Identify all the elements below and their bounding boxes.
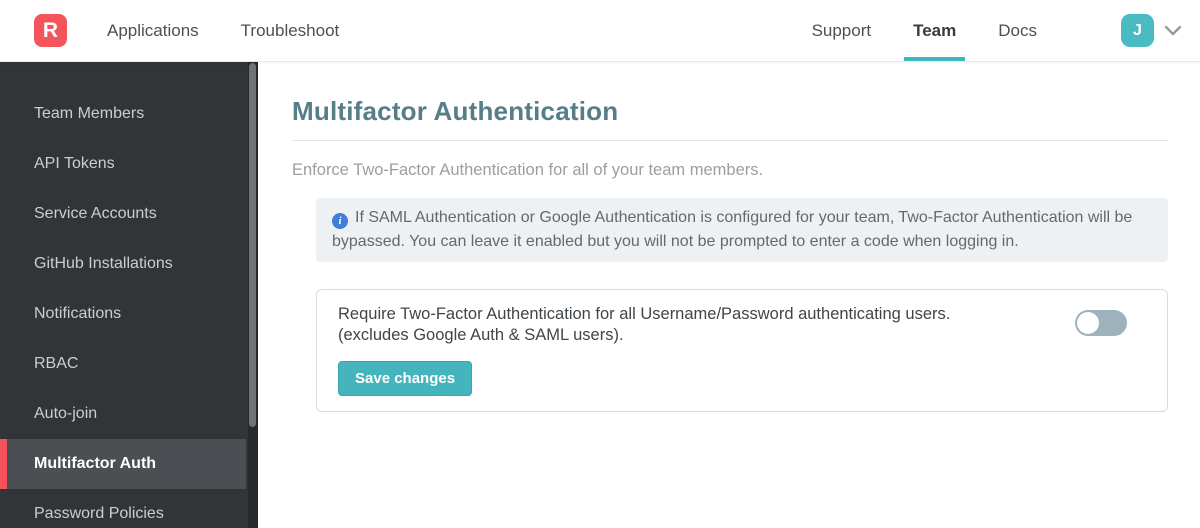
sidebar: Team Members API Tokens Service Accounts… (0, 62, 258, 528)
sidebar-item-multifactor-auth[interactable]: Multifactor Auth (0, 439, 246, 489)
info-banner-text: If SAML Authentication or Google Authent… (332, 209, 1133, 250)
page-title: Multifactor Authentication (292, 96, 619, 126)
mfa-setting-label: Require Two-Factor Authentication for al… (338, 304, 1051, 346)
user-menu: J (1121, 14, 1186, 47)
mfa-setting-label-line1: Require Two-Factor Authentication for al… (338, 305, 951, 323)
nav-item-support[interactable]: Support (812, 0, 872, 61)
nav-right-group: Support Team Docs J (812, 0, 1200, 61)
nav-item-troubleshoot[interactable]: Troubleshoot (241, 0, 340, 61)
sidebar-item-auto-join[interactable]: Auto-join (0, 389, 246, 439)
sidebar-item-team-members[interactable]: Team Members (0, 89, 246, 139)
top-navbar: R Applications Troubleshoot Support Team… (0, 0, 1200, 62)
sidebar-scrollbar-track (248, 62, 258, 528)
sidebar-scrollbar-thumb[interactable] (249, 63, 256, 427)
title-divider (292, 140, 1168, 141)
save-changes-button[interactable]: Save changes (338, 361, 473, 396)
mfa-toggle[interactable] (1075, 310, 1127, 336)
sidebar-item-github-installations[interactable]: GitHub Installations (0, 239, 246, 289)
main-content: Multifactor Authentication Enforce Two-F… (258, 62, 1200, 528)
nav-item-docs[interactable]: Docs (998, 0, 1037, 61)
rollbar-logo[interactable]: R (34, 14, 67, 47)
nav-item-team[interactable]: Team (904, 0, 966, 61)
nav-left-group: Applications Troubleshoot (107, 0, 339, 61)
user-avatar[interactable]: J (1121, 14, 1154, 47)
mfa-toggle-knob (1077, 312, 1099, 334)
sidebar-item-password-policies[interactable]: Password Policies (0, 489, 246, 528)
chevron-down-icon[interactable] (1160, 21, 1186, 40)
info-icon: i (332, 213, 348, 229)
info-banner: i If SAML Authentication or Google Authen… (316, 198, 1168, 262)
sidebar-item-rbac[interactable]: RBAC (0, 339, 246, 389)
nav-item-applications[interactable]: Applications (107, 0, 199, 61)
page-body: Team Members API Tokens Service Accounts… (0, 62, 1200, 528)
logo-letter: R (42, 18, 59, 42)
page-subtitle: Enforce Two-Factor Authentication for al… (292, 161, 764, 179)
mfa-setting-label-line2: (excludes Google Auth & SAML users). (338, 326, 624, 344)
sidebar-item-notifications[interactable]: Notifications (0, 289, 246, 339)
sidebar-item-api-tokens[interactable]: API Tokens (0, 139, 246, 189)
sidebar-item-service-accounts[interactable]: Service Accounts (0, 189, 246, 239)
mfa-setting-card: Require Two-Factor Authentication for al… (316, 289, 1168, 412)
